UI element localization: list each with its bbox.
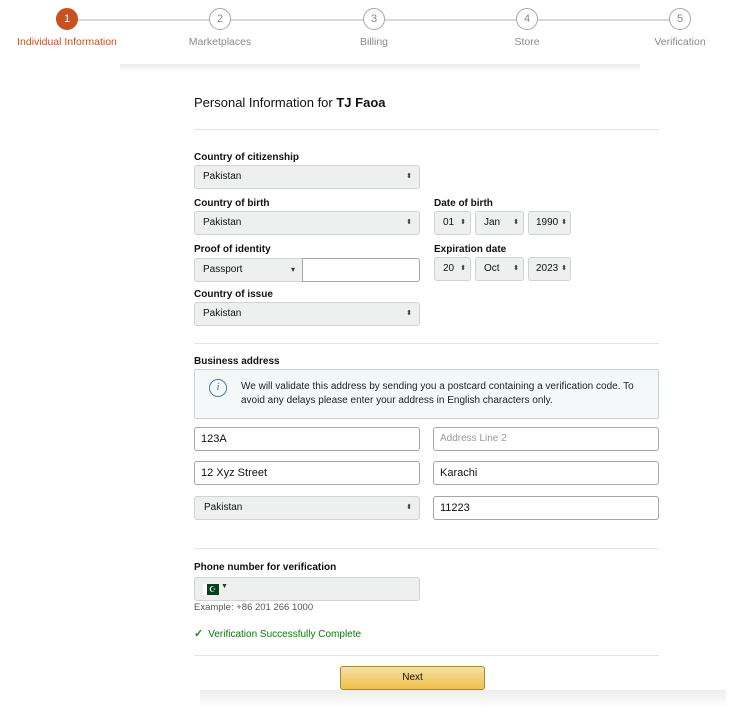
select-arrows-icon: ⬍ bbox=[513, 219, 519, 226]
section-divider bbox=[194, 129, 659, 130]
identity-number-input[interactable] bbox=[302, 258, 420, 282]
verification-status: ✓ Verification Successfully Complete bbox=[194, 627, 361, 640]
address-label: Business address bbox=[194, 356, 280, 367]
page-title-prefix: Personal Information for bbox=[194, 95, 333, 110]
expiration-day-select[interactable]: 20 ⬍ bbox=[434, 257, 471, 281]
select-arrows-icon: ⬍ bbox=[460, 265, 466, 272]
citizenship-label: Country of citizenship bbox=[194, 152, 299, 163]
select-arrows-icon: ⬍ bbox=[406, 310, 412, 317]
chevron-down-icon: ▾ bbox=[290, 265, 295, 274]
postal-code-input[interactable]: 11223 bbox=[433, 496, 659, 520]
expiration-day-value: 20 bbox=[443, 263, 455, 274]
chevron-down-icon[interactable]: ▼ bbox=[221, 583, 228, 590]
select-arrows-icon: ⬍ bbox=[406, 219, 412, 226]
dob-day-select[interactable]: 01 ⬍ bbox=[434, 211, 471, 235]
identity-group: Passport ▾ bbox=[194, 258, 420, 282]
expiration-label: Expiration date bbox=[434, 244, 507, 255]
select-arrows-icon: ⬍ bbox=[406, 504, 412, 511]
expiration-month-value: Oct bbox=[484, 263, 500, 274]
check-icon: ✓ bbox=[194, 628, 204, 640]
dob-day-value: 01 bbox=[443, 217, 455, 228]
info-icon: i bbox=[209, 379, 227, 397]
identity-label: Proof of identity bbox=[194, 244, 271, 255]
birth-country-label: Country of birth bbox=[194, 198, 270, 209]
expiration-year-value: 2023 bbox=[536, 263, 559, 274]
personal-info-form: Personal Information for TJ Faoa Country… bbox=[0, 0, 750, 708]
section-divider bbox=[194, 655, 659, 656]
expiration-month-select[interactable]: Oct ⬍ bbox=[475, 257, 524, 281]
phone-label: Phone number for verification bbox=[194, 562, 337, 573]
citizenship-select[interactable]: Pakistan ⬍ bbox=[194, 165, 420, 189]
issue-country-select[interactable]: Pakistan ⬍ bbox=[194, 302, 420, 326]
phone-input[interactable]: ☪ ▼ bbox=[194, 577, 420, 601]
address-line2-input[interactable]: Address Line 2 bbox=[433, 427, 659, 451]
select-arrows-icon: ⬍ bbox=[513, 265, 519, 272]
verification-text: Verification Successfully Complete bbox=[208, 629, 362, 640]
citizenship-value: Pakistan bbox=[203, 171, 242, 182]
expiration-year-select[interactable]: 2023 ⬍ bbox=[528, 257, 571, 281]
select-arrows-icon: ⬍ bbox=[561, 265, 567, 272]
issue-country-label: Country of issue bbox=[194, 289, 273, 300]
address-info-text: We will validate this address by sending… bbox=[241, 381, 634, 406]
issue-country-value: Pakistan bbox=[203, 308, 242, 319]
page-title: Personal Information for TJ Faoa bbox=[194, 95, 385, 110]
address-line1-input[interactable]: 123A bbox=[194, 427, 420, 451]
next-button[interactable]: Next bbox=[340, 666, 485, 690]
address-country-value: Pakistan bbox=[204, 502, 243, 513]
select-arrows-icon: ⬍ bbox=[460, 219, 466, 226]
select-arrows-icon: ⬍ bbox=[561, 219, 567, 226]
pakistan-flag-icon: ☪ bbox=[203, 584, 219, 595]
birth-country-value: Pakistan bbox=[203, 217, 242, 228]
select-arrows-icon: ⬍ bbox=[406, 173, 412, 180]
dob-month-value: Jan bbox=[484, 217, 501, 228]
dob-year-value: 1990 bbox=[536, 217, 559, 228]
dob-label: Date of birth bbox=[434, 198, 493, 209]
birth-country-select[interactable]: Pakistan ⬍ bbox=[194, 211, 420, 235]
address-info-box: i We will validate this address by sendi… bbox=[194, 369, 659, 419]
section-divider bbox=[194, 548, 659, 549]
identity-type-select[interactable]: Passport ▾ bbox=[194, 258, 306, 282]
address-country-select[interactable]: Pakistan ⬍ bbox=[194, 496, 420, 520]
identity-type-value: Passport bbox=[203, 264, 243, 275]
page-title-name: TJ Faoa bbox=[336, 95, 386, 110]
section-divider bbox=[194, 343, 659, 344]
phone-example-hint: Example: +86 201 266 1000 bbox=[194, 602, 314, 613]
city-input[interactable]: Karachi bbox=[433, 461, 659, 485]
dob-month-select[interactable]: Jan ⬍ bbox=[475, 211, 524, 235]
footer-shadow bbox=[200, 690, 726, 708]
street-input[interactable]: 12 Xyz Street bbox=[194, 461, 420, 485]
dob-year-select[interactable]: 1990 ⬍ bbox=[528, 211, 571, 235]
